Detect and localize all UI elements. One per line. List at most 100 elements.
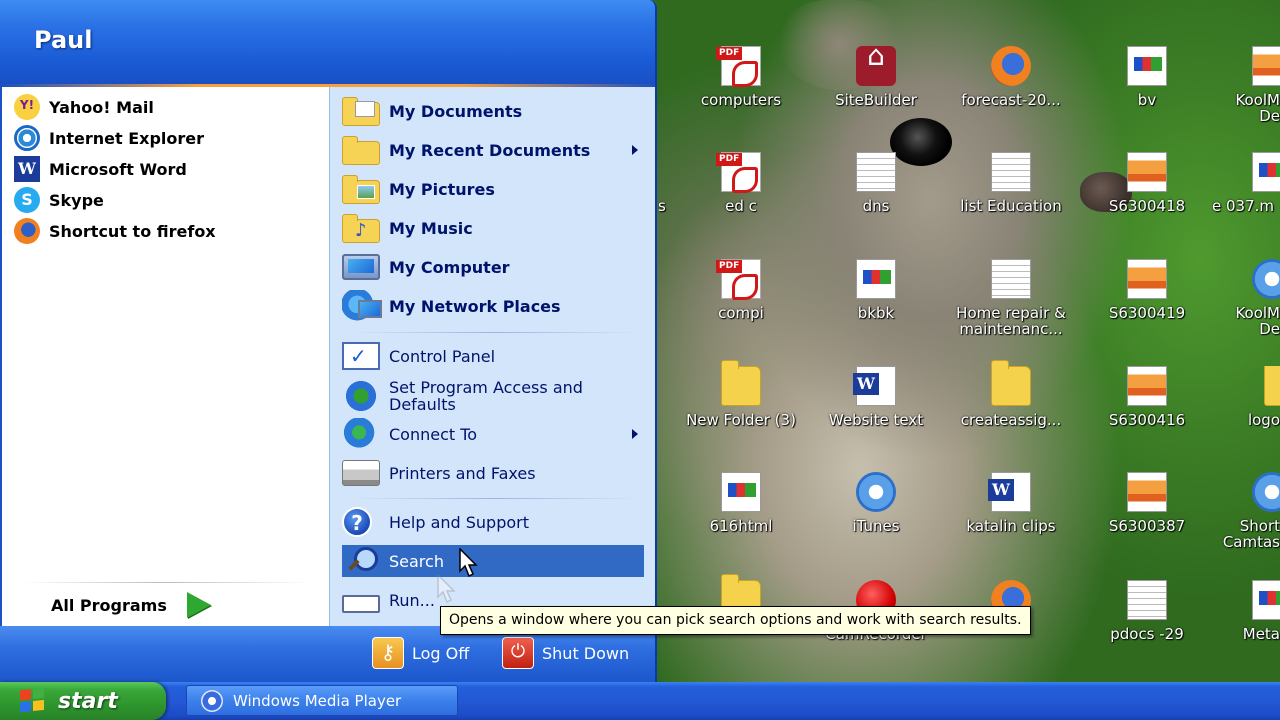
place-my-pictures[interactable]: My Pictures (342, 172, 644, 206)
desktop-icon-s6300418[interactable]: S6300418 (1082, 152, 1212, 214)
submenu-arrow-icon (632, 429, 638, 439)
desktop-icon-forecast[interactable]: forecast-20... (946, 46, 1076, 108)
word-icon (14, 156, 40, 182)
all-programs-button[interactable]: All Programs (51, 590, 211, 620)
desktop-icon-label: S6300418 (1108, 197, 1186, 215)
place-my-computer[interactable]: My Computer (342, 250, 644, 284)
place-my-network-places[interactable]: My Network Places (342, 289, 644, 323)
desktop-icon-s6300416[interactable]: S6300416 (1082, 366, 1212, 428)
desktop-icon-label: 616html (709, 517, 773, 535)
desktop-icon-edc[interactable]: ed c (676, 152, 806, 214)
program-label: Internet Explorer (49, 128, 205, 148)
shut-down-label: Shut Down (542, 643, 630, 663)
desktop-icon-katalin-clips[interactable]: katalin clips (946, 472, 1076, 534)
system-printers-faxes[interactable]: Printers and Faxes (342, 456, 644, 490)
koolmoves-icon (1252, 259, 1280, 299)
desktop-icon-label: ed c (725, 197, 757, 215)
desktop-icon-koolmoves[interactable]: KoolM De (1212, 46, 1280, 124)
desktop-icon-label: S6300387 (1108, 517, 1186, 535)
html-icon (1252, 152, 1280, 192)
search-label: Search (389, 551, 444, 571)
user-name: Paul (34, 26, 93, 54)
document-icon (856, 152, 896, 192)
folder-icon (721, 360, 761, 406)
desktop-icon-home-repair[interactable]: Home repair & maintenanc... (946, 259, 1076, 337)
image-icon (1127, 472, 1167, 512)
desktop-icon-616html[interactable]: 616html (676, 472, 806, 534)
desktop-icon-itunes[interactable]: iTunes (811, 472, 941, 534)
program-internet-explorer[interactable]: Internet Explorer (14, 124, 204, 152)
desktop-icon-camtasia[interactable]: Short Camtas (1212, 472, 1280, 550)
yahoo-mail-icon (14, 94, 40, 120)
program-skype[interactable]: Skype (14, 186, 104, 214)
help-and-support[interactable]: Help and Support (342, 505, 644, 539)
place-my-documents[interactable]: My Documents (342, 94, 644, 128)
desktop-icon-compi[interactable]: compi (676, 259, 806, 321)
place-label: My Pictures (389, 179, 495, 199)
itunes-icon (856, 472, 896, 512)
desktop-icon-new-folder[interactable]: New Folder (3) (676, 360, 806, 429)
desktop-icon-label: S6300416 (1108, 411, 1186, 429)
system-label: Control Panel (389, 346, 496, 366)
desktop-icon-koolmoves-2[interactable]: KoolM De (1212, 259, 1280, 337)
log-off-label: Log Off (412, 643, 470, 663)
desktop-icon-label: bkbk (857, 304, 895, 322)
desktop-icon-logo[interactable]: logo (1212, 366, 1280, 428)
program-label: Microsoft Word (49, 159, 187, 179)
taskbar-item-windows-media-player[interactable]: Windows Media Player (186, 685, 458, 716)
search-menu-item[interactable]: Search (342, 545, 644, 577)
desktop-icon-label: dns (862, 197, 890, 215)
control-panel-icon (342, 342, 380, 370)
desktop-icon-computers[interactable]: computers (676, 46, 806, 108)
my-music-icon (342, 214, 380, 243)
media-player-icon (201, 689, 223, 712)
desktop-icon-label: katalin clips (966, 517, 1056, 535)
program-microsoft-word[interactable]: Microsoft Word (14, 155, 187, 183)
desktop-icon-list-education[interactable]: list Education (946, 152, 1076, 214)
program-yahoo-mail[interactable]: Yahoo! Mail (14, 93, 154, 121)
desktop-icon-e037[interactable]: e 037.m (1212, 152, 1280, 214)
system-label: Set Program Access and Defaults (389, 378, 583, 414)
system-control-panel[interactable]: Control Panel (342, 339, 644, 373)
desktop-icon-website-text[interactable]: Website text (811, 366, 941, 428)
place-label: My Documents (389, 101, 523, 121)
desktop-icon-label: S6300419 (1108, 304, 1186, 322)
desktop-icon-label: New Folder (3) (686, 411, 796, 429)
my-documents-icon (342, 97, 380, 126)
desktop-icon-meta[interactable]: Meta (1212, 580, 1280, 642)
desktop-icon-bkbk[interactable]: bkbk (811, 259, 941, 321)
desktop-icon-label: KoolM De (1235, 91, 1280, 124)
html-icon (856, 259, 896, 299)
search-tooltip: Opens a window where you can pick search… (440, 606, 1031, 635)
word-icon (853, 366, 896, 406)
desktop-icon-label: Website text (828, 411, 924, 429)
place-my-music[interactable]: My Music (342, 211, 644, 245)
internet-explorer-icon (14, 125, 40, 151)
desktop-icon-label: Meta (1242, 625, 1280, 642)
places-divider (350, 332, 640, 333)
place-my-recent-documents[interactable]: My Recent Documents (342, 133, 644, 167)
start-button[interactable]: start (0, 682, 166, 720)
shut-down-button[interactable]: Shut Down (502, 637, 629, 669)
program-shortcut-firefox[interactable]: Shortcut to firefox (14, 217, 216, 245)
desktop-icon-bv[interactable]: bv (1082, 46, 1212, 108)
desktop-icon-dns[interactable]: dns (811, 152, 941, 214)
power-icon (502, 637, 534, 669)
desktop-icon-partial[interactable]: s (658, 198, 668, 214)
log-off-button[interactable]: Log Off (372, 637, 469, 669)
desktop-icon-sitebuilder[interactable]: SiteBuilder (811, 46, 941, 108)
system-connect-to[interactable]: Connect To (342, 417, 644, 451)
desktop-icon-label: createassig... (960, 411, 1062, 429)
desktop-icon-label: Short Camtas (1222, 517, 1280, 550)
desktop-icon-s6300419[interactable]: S6300419 (1082, 259, 1212, 321)
place-label: My Recent Documents (389, 140, 591, 160)
system-divider (350, 498, 640, 499)
place-label: My Computer (389, 257, 510, 277)
desktop-icon-pdocs[interactable]: pdocs -29 (1082, 580, 1212, 642)
meta-icon (1252, 580, 1280, 620)
desktop-icon-s6300387[interactable]: S6300387 (1082, 472, 1212, 534)
desktop-icon-createassig[interactable]: createassig... (946, 360, 1076, 429)
system-program-access[interactable]: Set Program Access and Defaults (342, 378, 644, 414)
word-icon (988, 472, 1031, 512)
windows-logo-icon (20, 687, 46, 715)
